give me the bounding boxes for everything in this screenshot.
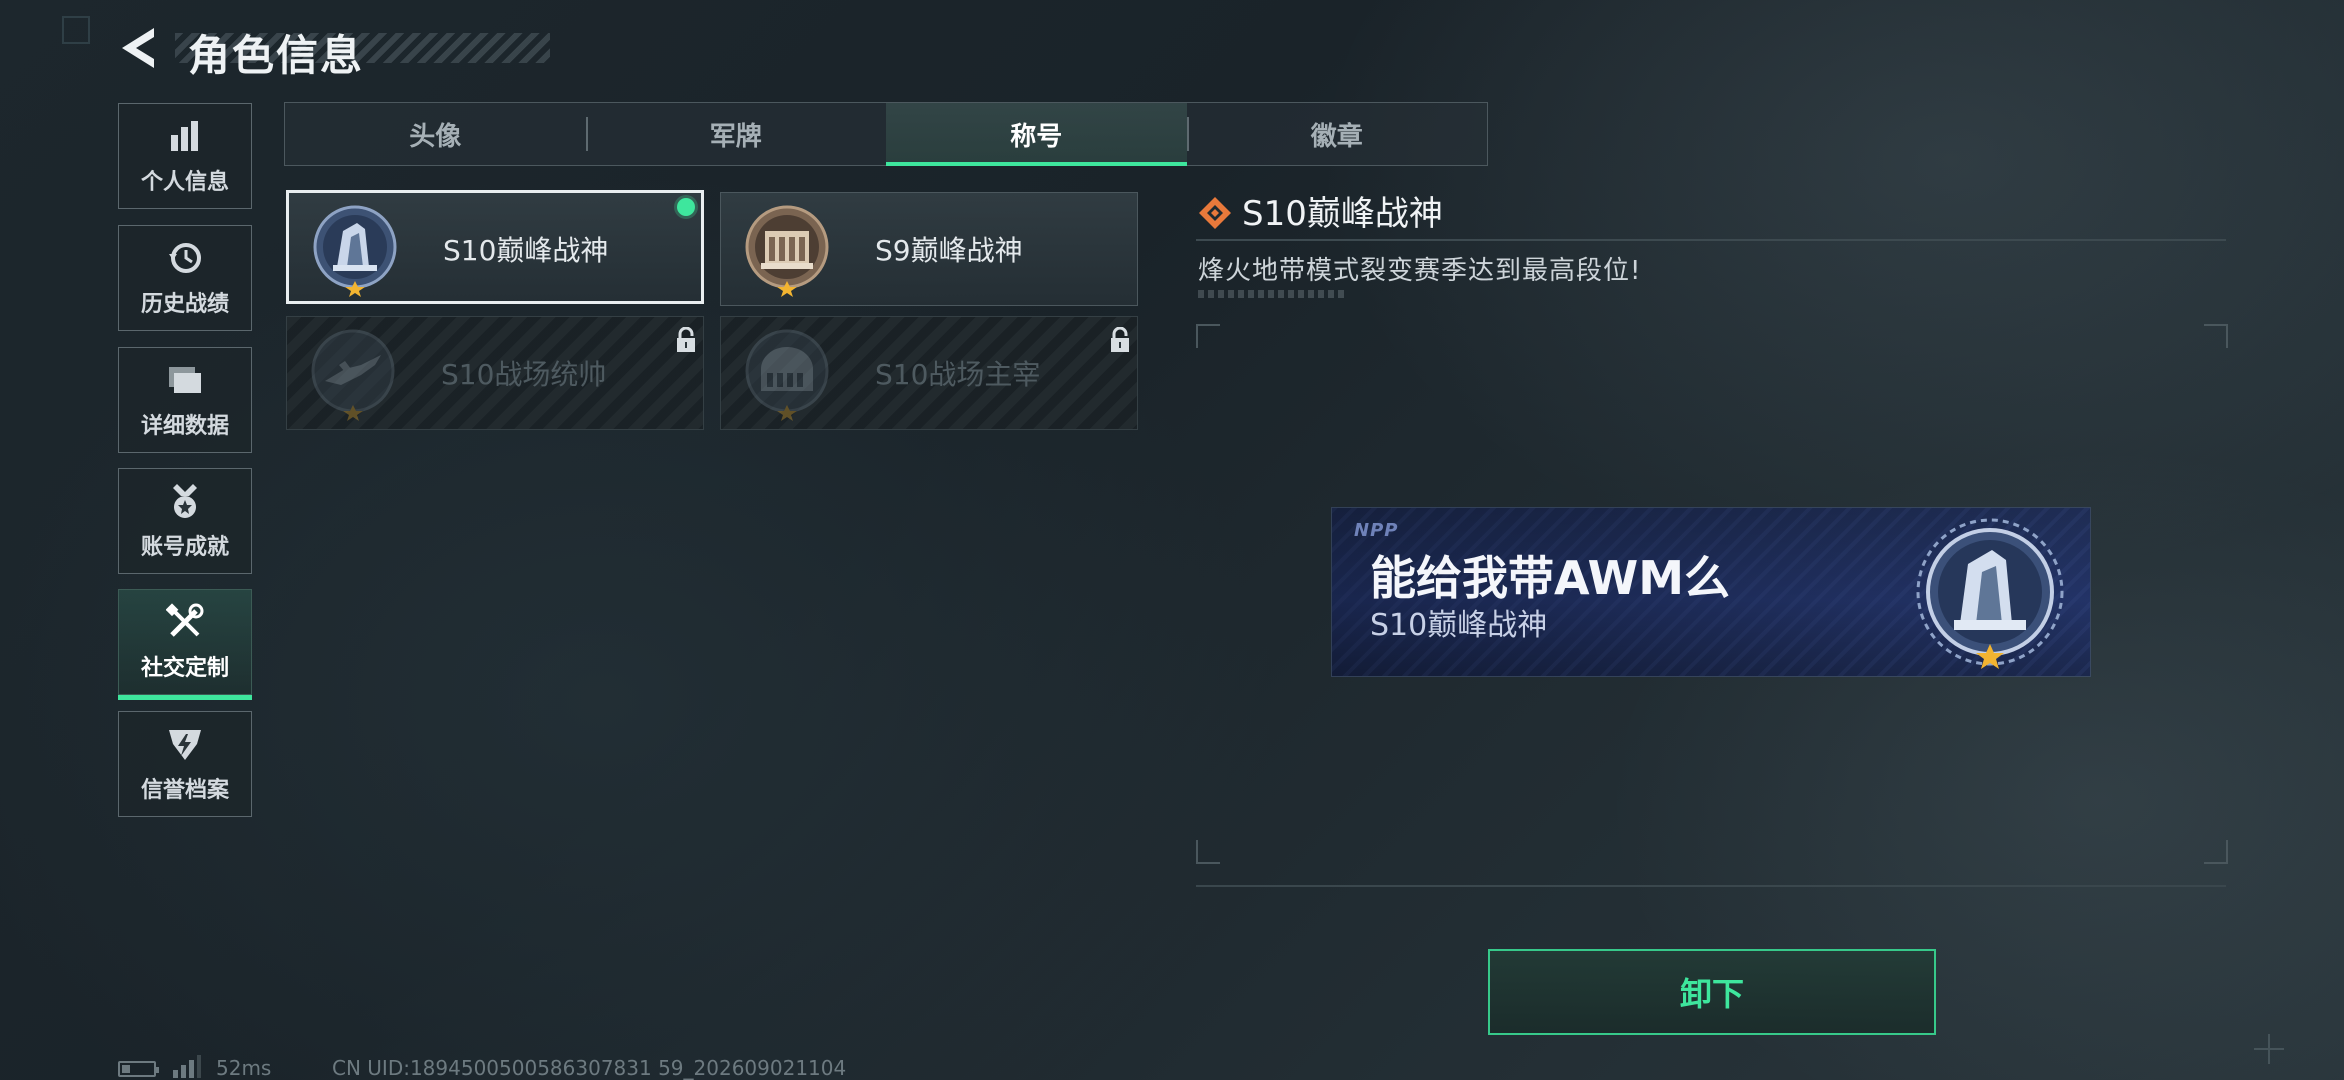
sidebar-item-label: 账号成就 xyxy=(140,535,229,560)
tab-title[interactable]: 称号 xyxy=(886,103,1187,166)
shield-bolt-icon xyxy=(165,724,205,764)
title-card[interactable]: S10巅峰战神 xyxy=(286,190,704,304)
title-diamond-icon xyxy=(1199,197,1231,229)
title-name: S9巅峰战神 xyxy=(875,234,1023,267)
sidebar-item-achievements[interactable]: 账号成就 xyxy=(118,468,252,574)
tab-dog-tag[interactable]: 军牌 xyxy=(585,103,887,165)
sidebar-item-history[interactable]: 历史战绩 xyxy=(118,225,252,331)
title-card[interactable]: S10战场统帅 xyxy=(286,316,704,430)
sidebar-item-label: 社交定制 xyxy=(140,656,229,681)
tools-icon xyxy=(165,602,205,642)
history-clock-icon xyxy=(165,238,205,278)
sidebar-item-label: 历史战绩 xyxy=(140,292,229,317)
unequip-button[interactable]: 卸下 xyxy=(1488,949,1936,1035)
lock-icon xyxy=(677,327,695,352)
battery-icon xyxy=(118,1061,159,1077)
peak-god-s10-emblem-icon xyxy=(1916,518,2064,669)
frame-corner xyxy=(2204,840,2228,864)
title-name: S10巅峰战神 xyxy=(443,234,609,267)
frame-corner xyxy=(1196,840,1220,864)
back-arrow-icon xyxy=(122,28,154,68)
divider xyxy=(1196,885,2226,887)
medal-icon xyxy=(165,481,205,521)
peak-god-s10-emblem-icon xyxy=(313,205,397,297)
nameplate-logo: NPP xyxy=(1354,520,1399,541)
sidebar-item-label: 详细数据 xyxy=(140,414,229,439)
bar-chart-icon xyxy=(165,116,205,156)
sidebar-item-credit[interactable]: 信誉档案 xyxy=(118,711,252,817)
title-name: S10战场主宰 xyxy=(875,358,1041,391)
sidebar-item-label: 信誉档案 xyxy=(140,778,229,803)
page-title: 角色信息 xyxy=(188,31,365,80)
lock-icon xyxy=(1111,327,1129,352)
battlefield-commander-emblem-icon xyxy=(311,329,395,421)
back-button[interactable] xyxy=(118,26,158,70)
tab-badge[interactable]: 徽章 xyxy=(1186,103,1488,165)
nameplate-player-text: 能给我带AWM么 xyxy=(1370,551,1731,605)
detail-title: S10巅峰战神 xyxy=(1242,194,1443,234)
folder-stack-icon xyxy=(165,360,205,400)
title-card[interactable]: S9巅峰战神 xyxy=(720,192,1138,306)
signal-icon xyxy=(173,1055,201,1078)
sidebar-item-social[interactable]: 社交定制 xyxy=(118,589,252,700)
divider xyxy=(1196,239,2226,241)
nameplate-title: S10巅峰战神 xyxy=(1370,608,1548,643)
sidebar-item-profile[interactable]: 个人信息 xyxy=(118,103,252,209)
battlefield-dominator-emblem-icon xyxy=(745,329,829,421)
frame-corner xyxy=(1196,324,1220,348)
category-tabs: 头像 军牌 称号 徽章 xyxy=(284,102,1488,166)
detail-description: 烽火地带模式裂变赛季达到最高段位! xyxy=(1198,256,1642,286)
peak-god-s9-emblem-icon xyxy=(745,205,829,297)
corner-mark xyxy=(62,16,90,44)
equipped-indicator xyxy=(677,198,695,216)
tab-avatar[interactable]: 头像 xyxy=(285,103,586,165)
frame-corner xyxy=(2204,324,2228,348)
sidebar-item-details[interactable]: 详细数据 xyxy=(118,347,252,453)
crosshair-icon xyxy=(2254,1034,2284,1064)
decorative-dots xyxy=(1198,290,1348,298)
uid-text: CN UID:1894500500586307831 59_2026090211… xyxy=(332,1056,847,1080)
sidebar-item-label: 个人信息 xyxy=(140,170,229,195)
title-card[interactable]: S10战场主宰 xyxy=(720,316,1138,430)
ping-text: 52ms xyxy=(216,1056,272,1080)
title-name: S10战场统帅 xyxy=(441,358,607,391)
